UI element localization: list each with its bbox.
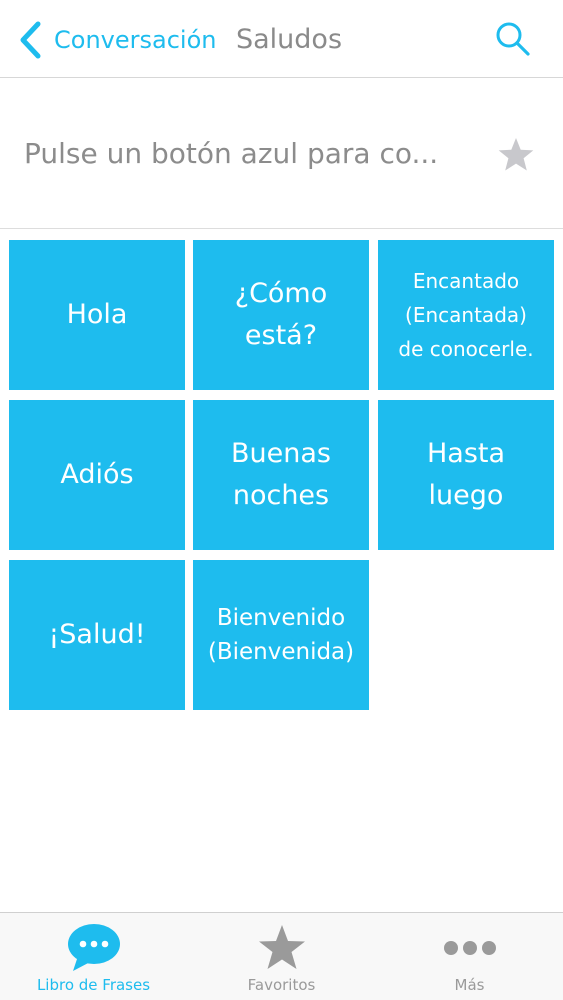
tab-mas[interactable]: Más [376,913,563,1000]
phrase-tile-label: Buenas noches [231,438,331,511]
star-icon [258,925,305,969]
page-title: Saludos [236,24,343,55]
tab-bar: Libro de Frases Favoritos Más [0,912,563,1000]
phrase-tile-label: Bienvenido (Bienvenida) [207,605,355,665]
phrase-tile-label: Hola [66,299,128,330]
more-dots-icon [443,941,496,955]
phrase-tile-salud[interactable]: ¡Salud! [9,560,185,710]
app: Conversación Saludos Pulse un botón azul… [0,0,563,1000]
phrase-tile-hasta-luego[interactable]: Hasta luego [378,400,554,550]
phrase-tile-label: Hasta luego [426,438,506,511]
tab-label: Libro de Frases [36,976,151,994]
phrase-tile-hola[interactable]: Hola [9,240,185,390]
phrase-display: Pulse un botón azul para co... [0,79,563,229]
speech-bubble-icon [67,924,120,971]
phrase-tile-bienvenido[interactable]: Bienvenido (Bienvenida) [193,560,369,710]
tab-label: Favoritos [247,976,316,994]
phrase-tile-label: Encantado (Encantada) de conocerle. [398,269,534,361]
back-button[interactable]: Conversación [18,18,216,62]
tab-libro-de-frases[interactable]: Libro de Frases [0,913,187,1000]
chevron-left-icon [20,21,41,59]
tab-label: Más [454,976,485,994]
phrase-text: Pulse un botón azul para co... [24,137,439,170]
phrase-tile-adios[interactable]: Adiós [9,400,185,550]
star-icon [498,138,534,171]
phrase-tile-label: Adiós [60,459,134,490]
phrase-tile-como-esta[interactable]: ¿Cómo está? [193,240,369,390]
phrase-grid: Hola ¿Cómo está? Encantado (Encantada) d… [0,230,563,720]
tab-favoritos[interactable]: Favoritos [188,913,375,1000]
search-icon [496,22,530,56]
search-button[interactable] [494,20,532,58]
phrase-tile-label: ¡Salud! [48,619,146,650]
phrase-tile-label: ¿Cómo está? [234,278,328,351]
phrase-tile-encantado[interactable]: Encantado (Encantada) de conocerle. [378,240,554,390]
back-button-label: Conversación [54,26,217,54]
phrase-tile-buenas-noches[interactable]: Buenas noches [193,400,369,550]
favorite-button[interactable] [496,135,536,175]
nav-bar: Conversación Saludos [0,0,563,78]
